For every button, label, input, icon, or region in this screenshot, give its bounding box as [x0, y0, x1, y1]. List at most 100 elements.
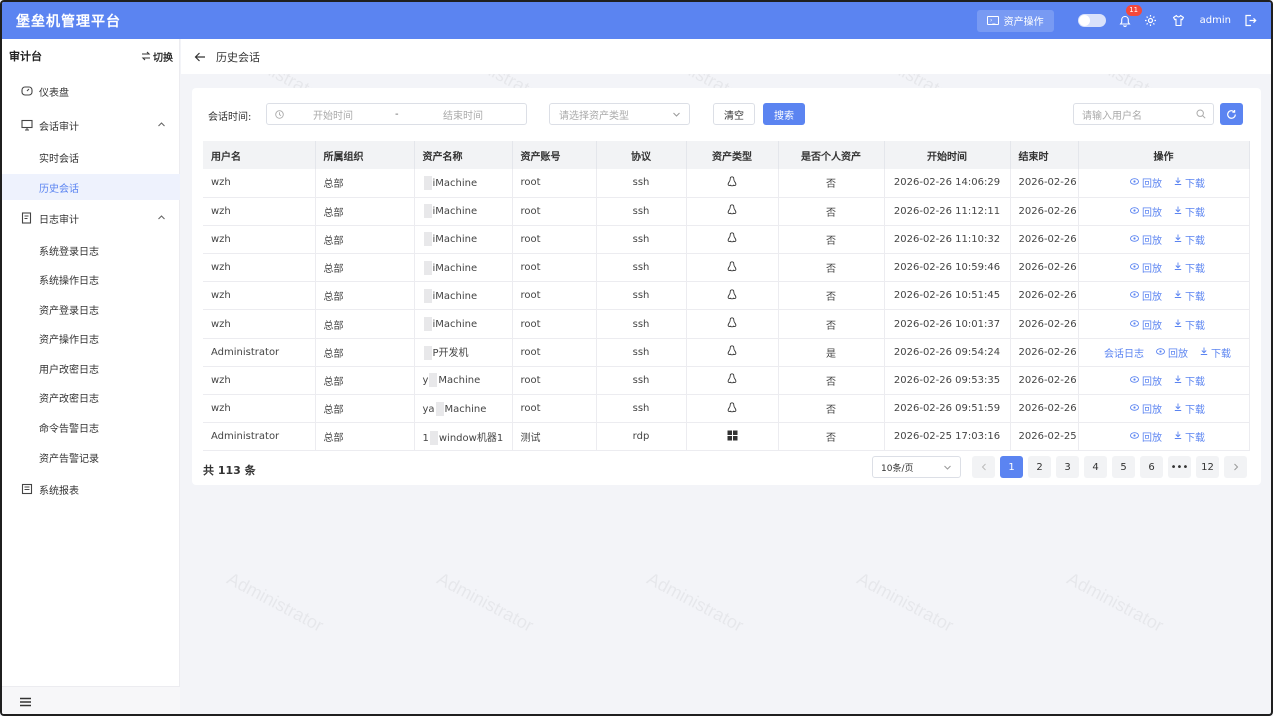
replay-link[interactable]: 回放 [1156, 345, 1188, 360]
download-icon [1174, 431, 1182, 442]
download-link[interactable]: 下载 [1174, 260, 1205, 275]
session-log-link[interactable]: 会话日志 [1104, 345, 1144, 360]
download-link[interactable]: 下载 [1174, 317, 1205, 332]
page-button[interactable]: 6 [1140, 456, 1163, 478]
download-link[interactable]: 下载 [1174, 175, 1205, 190]
sidebar-item-dashboard[interactable]: 仪表盘 [2, 78, 180, 104]
sidebar-item-reports[interactable]: 系统报表 [2, 476, 180, 502]
settings-button[interactable] [1144, 14, 1158, 28]
table-header-row: 用户名 所属组织 资产名称 资产账号 协议 资产类型 是否个人资产 开始时间 结… [203, 141, 1250, 169]
table-row: wzh 总部 iMachine root ssh 否 2026-02-26 11:10:32… [203, 225, 1250, 255]
download-link[interactable]: 下载 [1174, 373, 1205, 388]
download-icon [1200, 347, 1208, 358]
bell-icon [1119, 15, 1131, 27]
back-button[interactable] [194, 50, 208, 64]
prev-page-button[interactable] [972, 456, 995, 478]
replay-link[interactable]: 回放 [1130, 175, 1162, 190]
download-link[interactable]: 下载 [1174, 288, 1205, 303]
asset-type-select[interactable]: 请选择资产类型 [549, 103, 690, 125]
download-icon [1174, 234, 1182, 245]
download-link[interactable]: 下载 [1174, 232, 1205, 247]
op-label: 下载 [1185, 433, 1205, 445]
sidebar-item-log-audit[interactable]: 日志审计 [2, 205, 180, 231]
replay-link[interactable]: 回放 [1130, 260, 1162, 275]
notification-badge: 11 [1125, 4, 1142, 16]
replay-link[interactable]: 回放 [1130, 317, 1162, 332]
column-header[interactable]: 开始时间 [884, 141, 1011, 169]
redacted-block [423, 175, 432, 190]
next-page-button[interactable] [1224, 456, 1247, 478]
download-link[interactable]: 下载 [1174, 204, 1205, 219]
sidebar-item-log[interactable]: 系统登录日志 [2, 237, 180, 263]
session-time-range-picker[interactable]: 开始时间 - 结束时间 [266, 103, 527, 125]
skin-button[interactable] [1172, 14, 1186, 28]
sidebar-item-log[interactable]: 系统操作日志 [2, 266, 180, 292]
replay-link[interactable]: 回放 [1130, 401, 1162, 416]
sidebar-item-log[interactable]: 资产改密日志 [2, 384, 180, 410]
more-pages-button[interactable]: ••• [1168, 456, 1191, 478]
column-header[interactable]: 用户名 [203, 141, 316, 169]
cell-personal: 是 [778, 338, 885, 367]
page-button[interactable]: 4 [1084, 456, 1107, 478]
page-button[interactable]: 5 [1112, 456, 1135, 478]
op-label: 下载 [1185, 320, 1205, 332]
sidebar-item-log[interactable]: 命令告警日志 [2, 414, 180, 440]
op-label: 回放 [1142, 433, 1162, 445]
logout-button[interactable] [1243, 14, 1257, 28]
column-header[interactable]: 资产名称 [414, 141, 513, 169]
arrow-left-icon [194, 52, 205, 61]
start-time-input[interactable]: 开始时间 [313, 107, 353, 122]
eye-icon [1130, 262, 1139, 273]
search-button[interactable]: 搜索 [763, 103, 805, 125]
column-header[interactable]: 资产类型 [686, 141, 779, 169]
watermark-text: Administrator [433, 568, 537, 636]
cell-protocol: ssh [596, 309, 687, 339]
current-user[interactable]: admin [1200, 15, 1231, 26]
sidebar-item-session-audit[interactable]: 会话审计 [2, 112, 180, 138]
collapse-menu-button[interactable] [2, 686, 180, 714]
asset-operation-label: 资产操作 [1003, 17, 1044, 28]
sidebar-item-realtime-session[interactable]: 实时会话 [2, 144, 180, 170]
sidebar-item-log[interactable]: 用户改密日志 [2, 355, 180, 381]
sidebar-title: 审计台 [9, 50, 42, 63]
page-button[interactable]: 3 [1056, 456, 1079, 478]
page-button[interactable]: 2 [1028, 456, 1051, 478]
asset-operation-button[interactable]: ›_ 资产操作 [976, 9, 1054, 32]
replay-link[interactable]: 回放 [1130, 232, 1162, 247]
chevron-down-icon [673, 112, 680, 117]
linux-icon [727, 345, 737, 359]
notification-button[interactable]: 11 [1118, 4, 1142, 28]
download-icon [1174, 290, 1182, 301]
eye-icon [1156, 347, 1165, 358]
switch-button[interactable]: 切换 [141, 49, 173, 64]
column-header[interactable]: 协议 [596, 141, 687, 169]
end-time-input[interactable]: 结束时间 [443, 107, 483, 122]
sidebar-item-log[interactable]: 资产登录日志 [2, 296, 180, 322]
refresh-button[interactable] [1220, 103, 1243, 125]
column-header[interactable]: 所属组织 [315, 141, 415, 169]
column-header[interactable]: 是否个人资产 [778, 141, 885, 169]
clear-button[interactable]: 清空 [713, 103, 755, 125]
page-button[interactable]: 12 [1196, 456, 1219, 478]
column-header[interactable]: 资产账号 [512, 141, 597, 169]
theme-toggle[interactable] [1077, 14, 1106, 27]
replay-link[interactable]: 回放 [1130, 204, 1162, 219]
replay-link[interactable]: 回放 [1130, 429, 1162, 444]
cell-user: Administrator [203, 422, 316, 452]
column-header[interactable]: 结束时 [1010, 141, 1079, 169]
sidebar-item-log[interactable]: 资产操作日志 [2, 325, 180, 351]
page-size-select[interactable]: 10条/页 [872, 456, 961, 478]
username-search-input[interactable]: 请输入用户名 [1073, 103, 1214, 125]
replay-link[interactable]: 回放 [1130, 373, 1162, 388]
page-button[interactable]: 1 [1000, 456, 1023, 478]
top-bar: 堡垒机管理平台 ›_ 资产操作 11 admin [2, 2, 1271, 39]
download-link[interactable]: 下载 [1200, 345, 1231, 360]
linux-icon [727, 317, 737, 331]
asset-name: iMachine [432, 177, 478, 189]
replay-link[interactable]: 回放 [1130, 288, 1162, 303]
cell-start-time: 2026-02-25 17:03:16 [884, 422, 1011, 452]
download-link[interactable]: 下载 [1174, 401, 1205, 416]
sidebar-item-log[interactable]: 资产告警记录 [2, 444, 180, 470]
download-link[interactable]: 下载 [1174, 429, 1205, 444]
sidebar-item-history-session[interactable]: 历史会话 [2, 174, 180, 200]
